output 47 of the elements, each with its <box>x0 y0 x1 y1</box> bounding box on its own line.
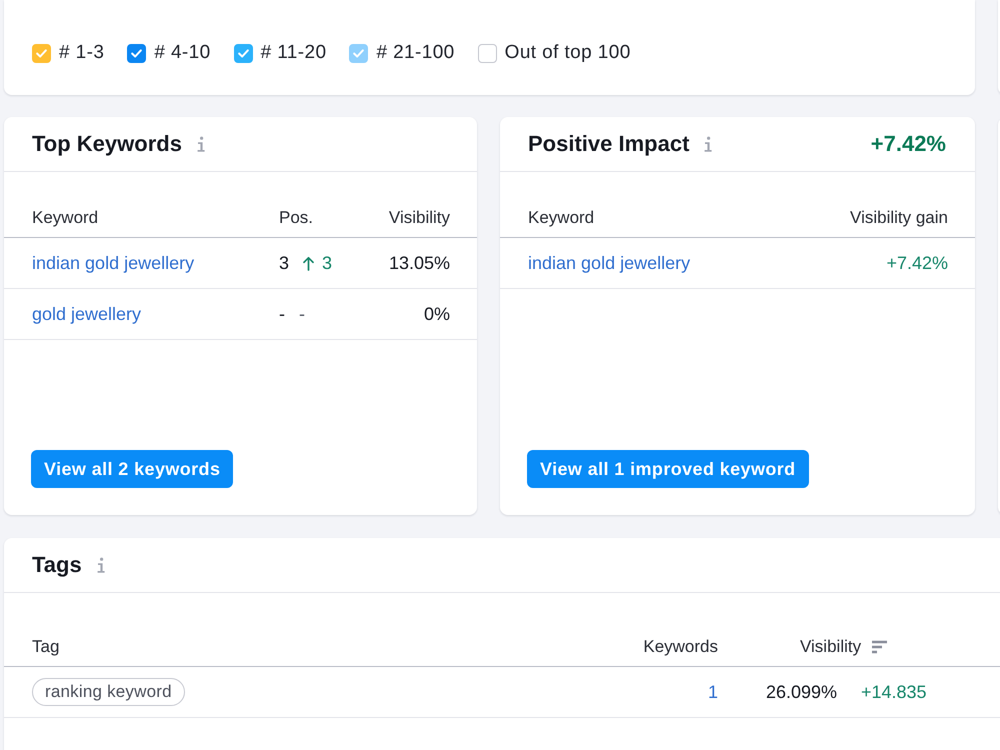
view-all-button[interactable]: View all 1 improved keyword <box>527 450 809 488</box>
card-title: Positive Impact <box>528 131 690 157</box>
column-header: Keyword <box>32 208 100 228</box>
column-header: Visibility gain <box>850 208 948 228</box>
position-change: 3 <box>322 252 332 274</box>
keyword-link[interactable]: gold jewellery <box>32 304 142 324</box>
position-cell: - <box>279 304 285 324</box>
legend-label[interactable]: # 11-20 <box>260 42 326 64</box>
check-icon <box>238 48 249 58</box>
check-icon <box>131 48 142 58</box>
keyword-count-link[interactable]: 1 <box>708 682 718 702</box>
column-header: Keyword <box>528 208 596 228</box>
visibility-cell: 0% <box>424 304 450 324</box>
view-all-button[interactable]: View all 2 keywords <box>31 450 234 488</box>
info-icon[interactable] <box>703 136 714 152</box>
checkbox[interactable] <box>127 44 146 62</box>
position-change: - <box>299 304 305 324</box>
visibility-change-cell-text: +14.835 <box>860 682 928 702</box>
check-icon <box>36 48 47 58</box>
info-icon[interactable] <box>96 556 106 574</box>
info-icon[interactable] <box>196 136 206 152</box>
visibility-cell: 13.05% <box>388 252 450 274</box>
arrow-up-icon <box>303 256 314 270</box>
checkbox[interactable] <box>478 44 497 62</box>
visibility-cell: 26.099% <box>766 682 837 702</box>
tag-chip: ranking keyword <box>32 678 185 706</box>
checkbox[interactable] <box>32 44 51 62</box>
legend-label[interactable]: # 21-100 <box>376 42 455 64</box>
column-header: Pos. <box>279 208 314 228</box>
keyword-link[interactable]: indian gold jewellery <box>528 252 690 272</box>
legend-label[interactable]: Out of top 100 <box>504 42 631 64</box>
checkbox[interactable] <box>234 44 253 62</box>
checkbox[interactable] <box>349 44 368 62</box>
keyword-link[interactable]: indian gold jewellery <box>32 252 194 272</box>
column-header: Visibility <box>800 636 862 656</box>
legend-label[interactable]: # 4-10 <box>154 42 211 64</box>
card-title: Tags <box>32 552 82 578</box>
visibility-gain-cell: +7.42% <box>886 252 948 274</box>
column-header: Tag <box>32 636 60 656</box>
check-icon <box>353 48 364 58</box>
legend-label[interactable]: # 1-3 <box>59 42 104 64</box>
column-header: Visibility <box>388 208 450 228</box>
total-gain: +7.42% <box>870 131 946 157</box>
position-cell: 3 <box>279 252 290 274</box>
column-header: Keywords <box>643 636 718 656</box>
card-title: Top Keywords <box>32 131 182 157</box>
sort-icon[interactable] <box>871 640 888 654</box>
